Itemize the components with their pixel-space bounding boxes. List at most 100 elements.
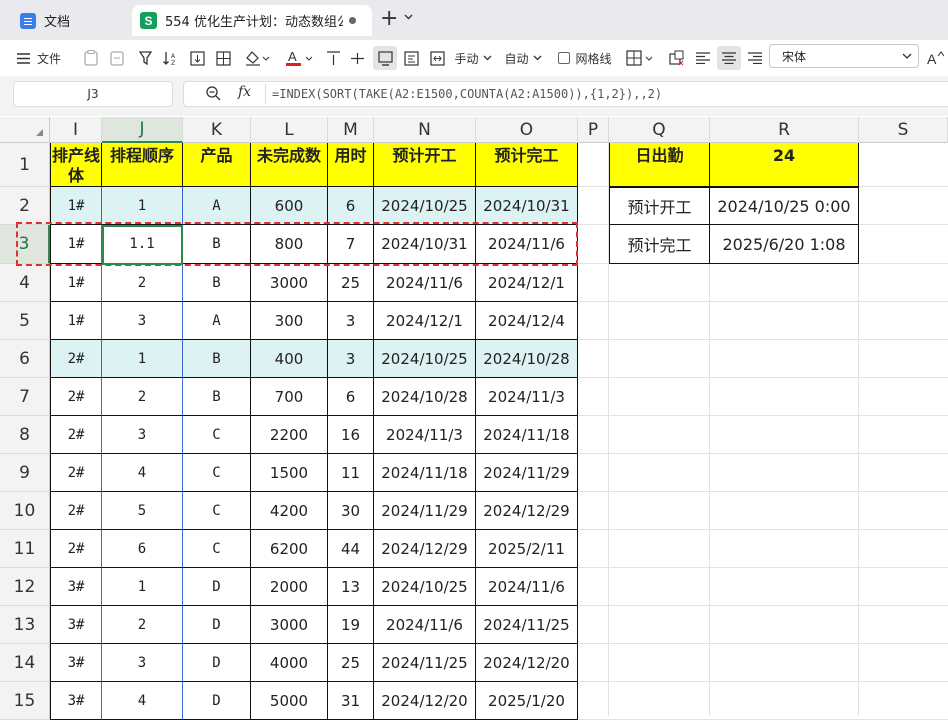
table-header-cell[interactable]: 未完成数: [251, 143, 328, 187]
gridlines-checkbox[interactable]: 网格线: [556, 46, 614, 70]
table-cell[interactable]: 2024/11/29: [476, 454, 578, 492]
align-right-icon[interactable]: [744, 46, 766, 70]
wrap-text-icon[interactable]: [400, 46, 422, 70]
table-cell[interactable]: 2: [102, 606, 183, 644]
table-cell[interactable]: 11: [328, 454, 374, 492]
column-header-k[interactable]: K: [183, 117, 251, 143]
table-cell[interactable]: 1: [102, 187, 183, 225]
table-cell[interactable]: 2024/10/31: [476, 187, 578, 225]
table-header-cell[interactable]: 预计开工: [374, 143, 476, 187]
summary-value[interactable]: 2025/6/20 1:08: [710, 225, 859, 264]
column-header-s[interactable]: S: [859, 117, 948, 143]
table-cell[interactable]: B: [183, 340, 251, 378]
table-cell[interactable]: 3#: [50, 682, 102, 720]
table-cell[interactable]: 2#: [50, 416, 102, 454]
table-header-cell[interactable]: 排产线体: [50, 143, 102, 187]
chevron-down-icon[interactable]: [404, 12, 413, 23]
table-cell[interactable]: 3#: [50, 568, 102, 606]
unsaved-dot-icon[interactable]: [349, 17, 356, 24]
table-cell[interactable]: 2024/10/25: [374, 340, 476, 378]
column-header-l[interactable]: L: [251, 117, 328, 143]
table-cell[interactable]: 800: [251, 225, 328, 264]
row-header-13[interactable]: 13: [0, 606, 50, 644]
font-family-select[interactable]: 宋体: [769, 44, 919, 68]
table-cell[interactable]: 2024/11/29: [374, 492, 476, 530]
table-header-cell[interactable]: 预计完工: [476, 143, 578, 187]
table-cell[interactable]: C: [183, 454, 251, 492]
fill-down-icon[interactable]: [186, 46, 208, 70]
table-cell[interactable]: 2024/12/29: [476, 492, 578, 530]
table-cell[interactable]: B: [183, 264, 251, 302]
table-cell[interactable]: 2000: [251, 568, 328, 606]
row-header-9[interactable]: 9: [0, 454, 50, 492]
format-painter-icon[interactable]: [106, 46, 128, 70]
select-all-corner[interactable]: [0, 117, 50, 143]
table-cell[interactable]: 2024/12/20: [374, 682, 476, 720]
auto-mode-dropdown[interactable]: 自动: [502, 46, 544, 70]
table-cell[interactable]: 1.1: [102, 225, 183, 264]
table-cell[interactable]: 6: [328, 378, 374, 416]
table-cell[interactable]: 13: [328, 568, 374, 606]
table-cell[interactable]: 4: [102, 454, 183, 492]
table-cell[interactable]: 2024/11/25: [476, 606, 578, 644]
table-cell[interactable]: 2200: [251, 416, 328, 454]
table-cell[interactable]: 5000: [251, 682, 328, 720]
function-icon[interactable]: fx: [238, 84, 251, 100]
column-header-o[interactable]: O: [476, 117, 578, 143]
table-cell[interactable]: 300: [251, 302, 328, 340]
table-cell[interactable]: 2024/11/6: [374, 606, 476, 644]
table-cell[interactable]: 1#: [50, 264, 102, 302]
row-header-7[interactable]: 7: [0, 378, 50, 416]
table-header-cell[interactable]: 排程顺序: [102, 143, 183, 187]
column-header-r[interactable]: R: [710, 117, 859, 143]
table-cell[interactable]: 2024/10/31: [374, 225, 476, 264]
table-cell[interactable]: 2024/11/6: [476, 225, 578, 264]
table-cell[interactable]: 3: [102, 302, 183, 340]
table-cell[interactable]: 2024/11/3: [374, 416, 476, 454]
row-header-1[interactable]: 1: [0, 143, 50, 187]
align-left-icon[interactable]: [692, 46, 714, 70]
row-header-12[interactable]: 12: [0, 568, 50, 606]
table-cell[interactable]: B: [183, 378, 251, 416]
table-cell[interactable]: 2024/12/1: [476, 264, 578, 302]
table-cell[interactable]: 2024/12/1: [374, 302, 476, 340]
table-cell[interactable]: D: [183, 606, 251, 644]
row-header-11[interactable]: 11: [0, 530, 50, 568]
table-cell[interactable]: 1#: [50, 187, 102, 225]
table-cell[interactable]: 6: [328, 187, 374, 225]
table-cell[interactable]: 1: [102, 568, 183, 606]
table-cell[interactable]: 6: [102, 530, 183, 568]
summary-label[interactable]: 日出勤: [609, 143, 710, 187]
table-cell[interactable]: A: [183, 187, 251, 225]
row-header-14[interactable]: 14: [0, 644, 50, 682]
zoom-icon[interactable]: [206, 86, 221, 104]
table-cell[interactable]: 4200: [251, 492, 328, 530]
table-cell[interactable]: D: [183, 682, 251, 720]
table-cell[interactable]: D: [183, 644, 251, 682]
row-header-8[interactable]: 8: [0, 416, 50, 454]
align-bottom-icon[interactable]: [373, 46, 397, 70]
summary-value[interactable]: 2024/10/25 0:00: [710, 187, 859, 225]
table-cell[interactable]: 1#: [50, 225, 102, 264]
table-cell[interactable]: 3: [102, 416, 183, 454]
table-cell[interactable]: C: [183, 530, 251, 568]
name-box[interactable]: J3: [13, 81, 173, 107]
table-cell[interactable]: C: [183, 492, 251, 530]
table-cell[interactable]: 31: [328, 682, 374, 720]
table-cell[interactable]: 3#: [50, 606, 102, 644]
table-header-cell[interactable]: 用时: [328, 143, 374, 187]
fill-color-button[interactable]: [240, 46, 274, 70]
table-cell[interactable]: 1#: [50, 302, 102, 340]
table-cell[interactable]: 16: [328, 416, 374, 454]
column-header-q[interactable]: Q: [609, 117, 710, 143]
row-header-2[interactable]: 2: [0, 187, 50, 225]
table-header-cell[interactable]: 产品: [183, 143, 251, 187]
row-header-6[interactable]: 6: [0, 340, 50, 378]
table-cell[interactable]: 400: [251, 340, 328, 378]
row-header-5[interactable]: 5: [0, 302, 50, 340]
table-cell[interactable]: 3: [328, 340, 374, 378]
table-cell[interactable]: 2024/10/28: [476, 340, 578, 378]
clear-format-icon[interactable]: [666, 46, 688, 70]
table-cell[interactable]: 30: [328, 492, 374, 530]
table-cell[interactable]: 4: [102, 682, 183, 720]
